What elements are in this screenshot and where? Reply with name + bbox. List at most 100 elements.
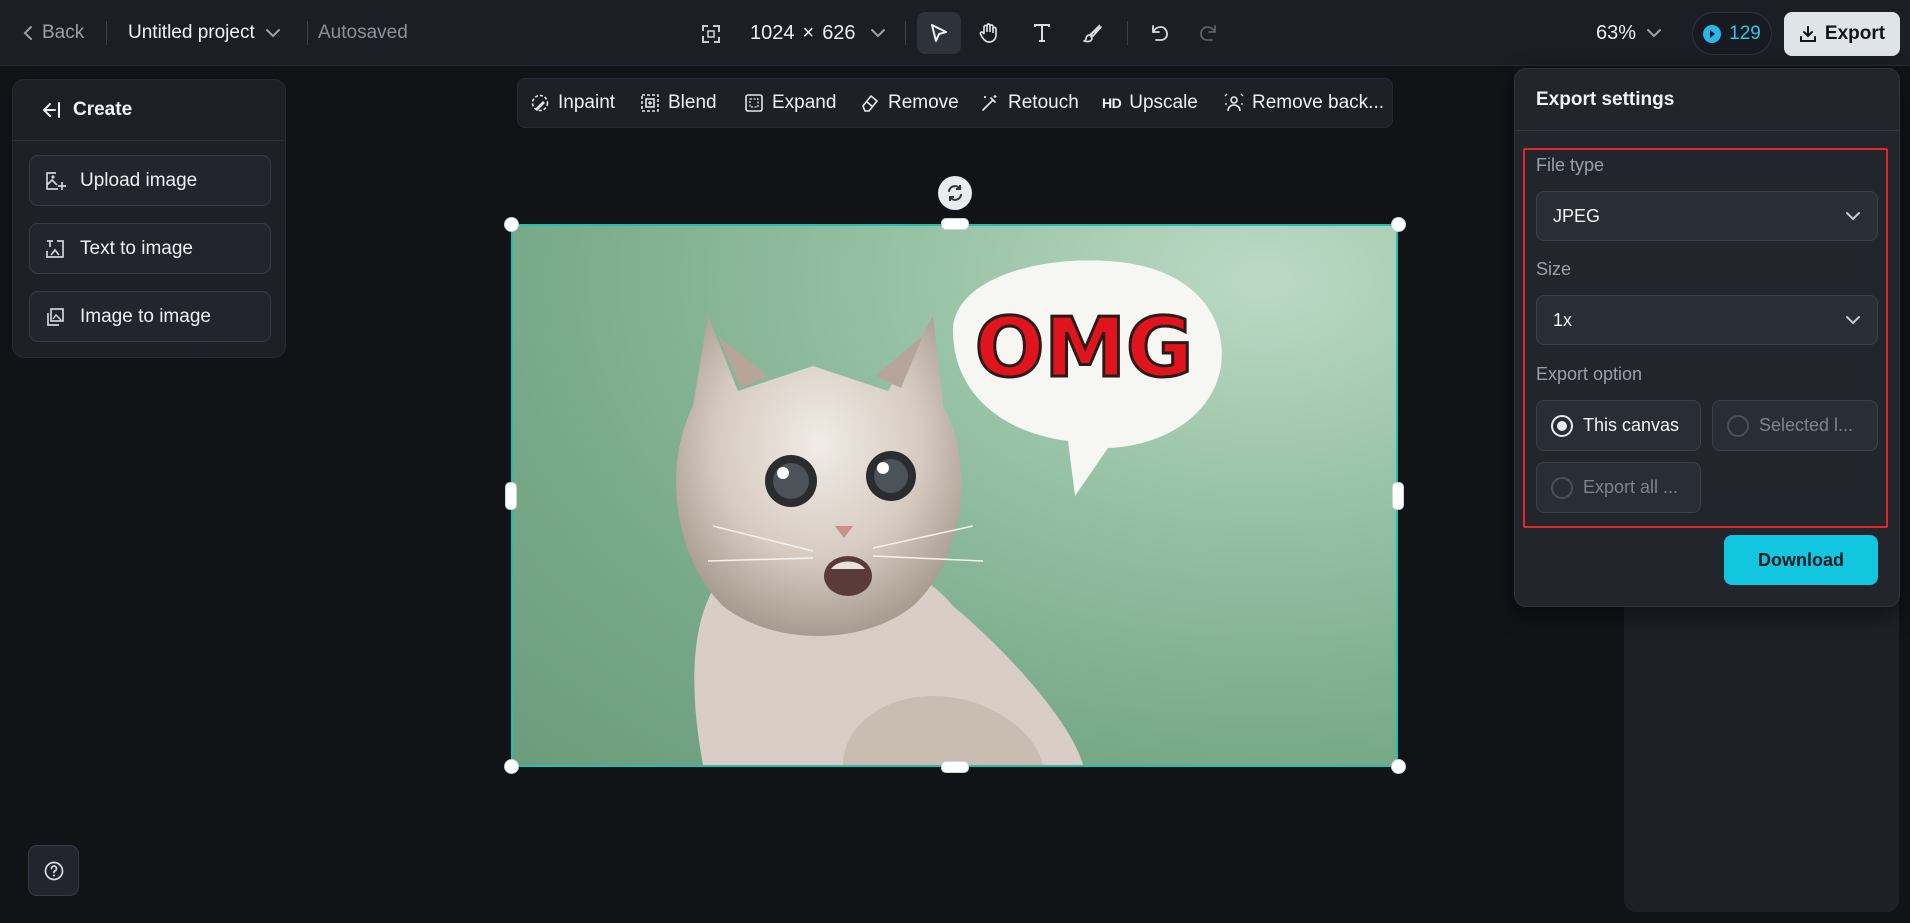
create-panel-header[interactable]: Create xyxy=(13,80,285,141)
undo-icon xyxy=(1152,25,1168,41)
expand-icon xyxy=(745,94,763,112)
size-value: 1x xyxy=(1553,309,1573,330)
chevron-down-icon xyxy=(1846,212,1860,221)
image-to-image-button[interactable]: Image to image xyxy=(29,291,271,342)
resize-handle-bottom[interactable] xyxy=(941,761,969,773)
download-button[interactable]: Download xyxy=(1724,535,1878,585)
export-option-export-all[interactable]: Export all ... xyxy=(1536,462,1701,513)
file-type-label: File type xyxy=(1536,155,1605,175)
upscale-button[interactable]: HD Upscale xyxy=(1102,79,1198,127)
radio-unselected xyxy=(1727,414,1749,437)
option-label: Selected l... xyxy=(1759,415,1854,435)
help-button[interactable] xyxy=(28,845,79,896)
cat-photo: OMG xyxy=(676,260,1222,765)
back-button[interactable]: Back xyxy=(22,20,84,46)
resize-handle-top-right[interactable] xyxy=(1391,217,1406,232)
export-label: Export xyxy=(1824,23,1886,44)
canvas-image[interactable]: OMG xyxy=(511,224,1398,767)
resize-handle-bottom-right[interactable] xyxy=(1391,759,1406,774)
top-bar: Back Untitled project Autosaved 1024 × 6… xyxy=(0,0,1910,66)
image-to-image-icon xyxy=(47,307,64,326)
export-option-selected-layers[interactable]: Selected l... xyxy=(1712,400,1878,451)
hand-icon xyxy=(979,23,997,43)
hd-icon: HD xyxy=(1102,95,1122,111)
create-item-label: Upload image xyxy=(80,169,198,191)
download-icon xyxy=(1799,26,1816,42)
autosave-status: Autosaved xyxy=(318,22,408,43)
brush-icon xyxy=(1083,24,1102,43)
export-button[interactable]: Export xyxy=(1784,12,1900,56)
help-icon xyxy=(44,861,63,880)
size-select[interactable]: 1x xyxy=(1536,295,1878,345)
omg-text: OMG xyxy=(975,301,1194,396)
upload-image-button[interactable]: Upload image xyxy=(29,155,271,206)
file-type-value: JPEG xyxy=(1553,205,1601,226)
credits-badge[interactable]: 129 xyxy=(1692,12,1772,55)
create-item-label: Text to image xyxy=(80,237,193,259)
edit-item-label: Expand xyxy=(772,92,837,113)
text-to-image-button[interactable]: Text to image xyxy=(29,223,271,274)
edit-item-label: Blend xyxy=(668,92,717,113)
resize-handle-bottom-left[interactable] xyxy=(504,759,519,774)
right-side-panel xyxy=(1624,590,1899,912)
remove-background-button[interactable]: Remove back... xyxy=(1224,79,1384,127)
text-to-image-icon xyxy=(46,239,64,258)
chevron-down-icon xyxy=(870,29,885,38)
chevron-down-icon xyxy=(1647,29,1662,38)
file-type-select[interactable]: JPEG xyxy=(1536,191,1878,241)
upload-image-icon xyxy=(46,171,66,190)
rotate-icon xyxy=(948,185,962,201)
edit-toolbar: Inpaint Blend Expand Remove Retouch HD U… xyxy=(517,78,1393,128)
blend-button[interactable]: Blend xyxy=(640,79,717,127)
resize-handle-top-left[interactable] xyxy=(504,217,519,232)
radio-selected xyxy=(1551,414,1573,437)
expand-button[interactable]: Expand xyxy=(744,79,836,127)
divider xyxy=(905,21,906,45)
eraser-icon xyxy=(862,95,878,112)
text-icon xyxy=(1034,24,1050,42)
undo-button[interactable] xyxy=(1137,12,1181,54)
option-label: Export all ... xyxy=(1583,477,1679,497)
chevron-down-icon xyxy=(1846,316,1860,325)
hand-tool[interactable] xyxy=(967,12,1011,54)
create-title: Create xyxy=(73,99,133,120)
zoom-dropdown[interactable]: 63% xyxy=(1596,20,1662,46)
select-tool[interactable] xyxy=(917,12,961,54)
inpaint-icon xyxy=(531,94,549,112)
create-panel: Create Upload image Text to image Image … xyxy=(12,79,286,358)
canvas-size-dropdown[interactable]: 1024 × 626 xyxy=(750,20,886,46)
resize-handle-top[interactable] xyxy=(941,218,969,230)
inpaint-button[interactable]: Inpaint xyxy=(530,79,615,127)
project-name: Untitled project xyxy=(128,22,255,43)
remove-background-icon xyxy=(1224,93,1244,112)
edit-item-label: Remove back... xyxy=(1252,92,1384,113)
retouch-button[interactable]: Retouch xyxy=(980,79,1079,127)
credit-coin-icon xyxy=(1703,24,1722,43)
resize-handle-right[interactable] xyxy=(1392,482,1404,510)
rotate-handle[interactable] xyxy=(938,176,972,210)
blend-icon xyxy=(641,94,659,112)
option-label: This canvas xyxy=(1583,415,1680,435)
redo-button[interactable] xyxy=(1187,12,1231,54)
divider xyxy=(106,21,107,45)
back-label: Back xyxy=(42,22,85,43)
export-option-label: Export option xyxy=(1536,364,1643,384)
chevron-left-icon xyxy=(23,26,32,40)
magic-wand-icon xyxy=(982,95,997,111)
edit-item-label: Inpaint xyxy=(558,92,616,113)
text-tool[interactable] xyxy=(1020,12,1064,54)
divider xyxy=(307,21,308,45)
create-item-label: Image to image xyxy=(80,305,211,327)
project-name-dropdown[interactable]: Untitled project xyxy=(128,20,281,46)
redo-icon xyxy=(1200,25,1216,41)
zoom-level: 63% xyxy=(1596,21,1637,44)
export-option-this-canvas[interactable]: This canvas xyxy=(1536,400,1701,451)
brush-tool[interactable] xyxy=(1071,12,1115,54)
resize-handle-left[interactable] xyxy=(505,482,517,510)
resize-canvas-icon[interactable] xyxy=(700,22,724,46)
chevron-down-icon xyxy=(265,29,280,38)
canvas-width: 1024 xyxy=(750,21,795,44)
edit-item-label: Retouch xyxy=(1008,92,1079,113)
canvas-times: × xyxy=(802,21,815,44)
remove-button[interactable]: Remove xyxy=(860,79,959,127)
